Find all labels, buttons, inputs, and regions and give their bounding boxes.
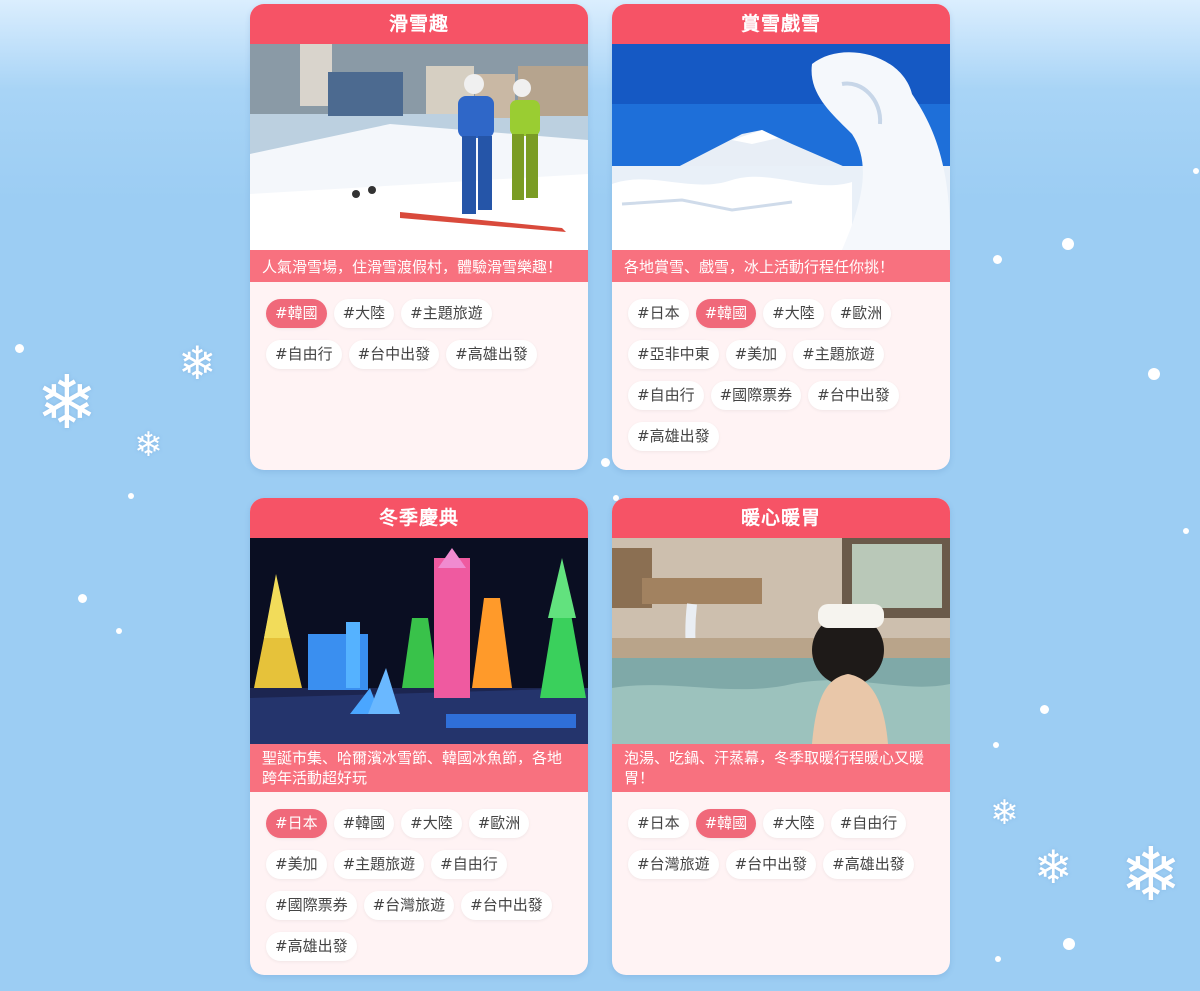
tag-list: #日本 #韓國 #大陸 #歐洲 #亞非中東 #美加 #主題旅遊 #自由行 #國際票券 #台中出發 #… [612,282,950,470]
snowflake-icon: ❄ [134,425,163,465]
card-title[interactable]: 暖心暖胃 [612,498,950,538]
tag-chip[interactable]: #國際票券 [266,891,357,920]
category-card-winter-festival[interactable]: 冬季慶典 聖誕市集、哈爾濱冰雪節、韓國冰魚節，各地跨年活動超好玩 #日本 #韓國 #… [250,498,588,975]
tag-chip[interactable]: #主題旅遊 [333,850,425,879]
tag-chip[interactable]: #高雄出發 [446,340,537,369]
tag-chip[interactable]: #美加 [725,340,787,369]
tag-chip[interactable]: #主題旅遊 [401,299,492,328]
snow-dot [1148,368,1160,380]
snow-dot [993,742,999,748]
tag-list: #日本 #韓國 #大陸 #自由行 #台灣旅遊 #台中出發 #高雄出發 [612,792,950,901]
snow-dot [1063,938,1075,950]
snow-dot [1193,168,1199,174]
snow-dot [128,493,134,499]
tag-chip[interactable]: #韓國 [333,809,395,838]
tag-chip[interactable]: #日本 [628,809,689,838]
snow-mountain-photo[interactable] [612,44,950,250]
tag-chip[interactable]: #台中出發 [348,340,440,369]
tag-chip[interactable]: #台中出發 [461,891,552,920]
tag-chip[interactable]: #大陸 [763,299,824,328]
snow-dot [15,344,24,353]
tag-chip[interactable]: #自由行 [628,381,704,410]
tag-chip[interactable]: #日本 [628,299,689,328]
background-decoration: ❄ ❄ ❄ ❄ ❄ ❄ [0,0,1200,991]
tag-chip[interactable]: #高雄出發 [823,850,914,879]
snow-dot [993,255,1002,264]
snow-dot [1062,238,1074,250]
snowflake-icon: ❄ [36,360,99,446]
tag-chip[interactable]: #美加 [266,850,327,879]
tag-chip[interactable]: #自由行 [266,340,342,369]
ice-festival-photo[interactable] [250,538,588,744]
tag-chip[interactable]: #自由行 [431,850,507,879]
tag-chip[interactable]: #韓國 [695,299,757,328]
card-description: 泡湯、吃鍋、汗蒸幕，冬季取暖行程暖心又暖胃！ [612,744,950,792]
category-card-snow-viewing[interactable]: 賞雪戲雪 各地賞雪、戲雪，冰上活動行程任你挑！ #日本 #韓國 #大陸 #歐洲 #亞非中… [612,4,950,470]
tag-chip[interactable]: #國際票券 [710,381,802,410]
tag-chip[interactable]: #台中出發 [808,381,899,410]
hot-spring-photo[interactable] [612,538,950,744]
ski-resort-photo[interactable] [250,44,588,250]
tag-chip[interactable]: #歐洲 [830,299,892,328]
tag-list: #韓國 #大陸 #主題旅遊 #自由行 #台中出發 #高雄出發 [250,282,588,391]
tag-chip[interactable]: #高雄出發 [628,422,719,451]
snow-dot [116,628,122,634]
snow-dot [601,458,610,467]
tag-chip[interactable]: #台灣旅遊 [363,891,455,920]
snowflake-icon: ❄ [178,336,217,390]
category-card-warm-up[interactable]: 暖心暖胃 泡湯、吃鍋、汗蒸幕，冬季取暖行程暖心又暖胃！ #日本 #韓國 #大陸 #自由… [612,498,950,975]
snowflake-icon: ❄ [990,793,1019,833]
card-description: 人氣滑雪場，住滑雪渡假村，體驗滑雪樂趣！ [250,250,588,282]
snow-dot [1183,528,1189,534]
tag-chip[interactable]: #亞非中東 [628,340,719,369]
card-description: 各地賞雪、戲雪，冰上活動行程任你挑！ [612,250,950,282]
category-card-ski[interactable]: 滑雪趣 人氣滑雪場，住滑雪渡假村，體驗滑雪樂趣！ #韓國 #大陸 #主題旅遊 #自由行 [250,4,588,470]
tag-chip[interactable]: #台灣旅遊 [628,850,719,879]
tag-chip[interactable]: #大陸 [763,809,824,838]
tag-chip[interactable]: #大陸 [333,299,395,328]
tag-chip[interactable]: #台中出發 [725,850,817,879]
tag-chip[interactable]: #日本 [266,809,327,838]
card-title[interactable]: 滑雪趣 [250,4,588,44]
snowflake-icon: ❄ [1120,832,1183,918]
card-title[interactable]: 賞雪戲雪 [612,4,950,44]
card-title[interactable]: 冬季慶典 [250,498,588,538]
snowflake-icon: ❄ [1034,840,1073,894]
tag-list: #日本 #韓國 #大陸 #歐洲 #美加 #主題旅遊 #自由行 #國際票券 #台灣旅遊 #台中出發 #… [250,792,588,975]
snow-dot [1040,705,1049,714]
tag-chip[interactable]: #歐洲 [468,809,530,838]
tag-chip[interactable]: #主題旅遊 [793,340,884,369]
tag-chip[interactable]: #自由行 [830,809,907,838]
snow-dot [78,594,87,603]
tag-chip[interactable]: #韓國 [695,809,757,838]
snow-dot [995,956,1001,962]
card-description: 聖誕市集、哈爾濱冰雪節、韓國冰魚節，各地跨年活動超好玩 [250,744,588,792]
tag-chip[interactable]: #高雄出發 [266,932,357,961]
tag-chip[interactable]: #韓國 [266,299,327,328]
tag-chip[interactable]: #大陸 [401,809,462,838]
